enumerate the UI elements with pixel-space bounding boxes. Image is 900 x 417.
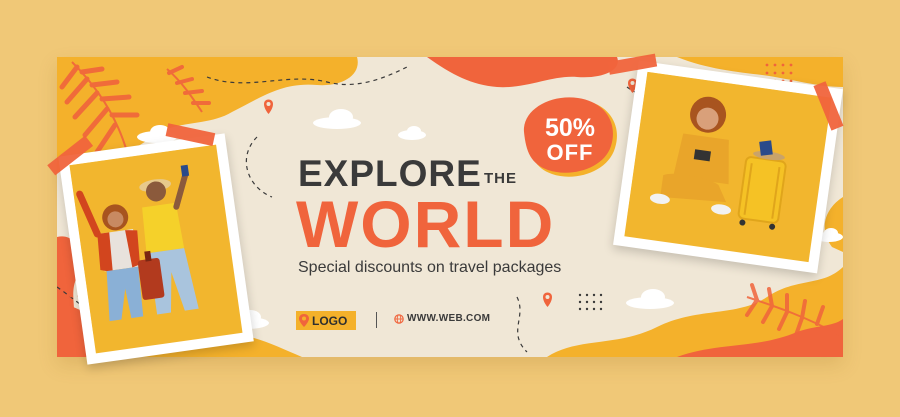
location-pin-icon [264, 99, 273, 114]
discount-badge: 50% OFF [520, 96, 620, 180]
dot-grid [578, 293, 603, 311]
website-url: WWW.WEB.COM [407, 313, 491, 324]
cloud-icon [398, 126, 426, 140]
location-pin-icon [543, 292, 552, 307]
travelers-photo [47, 123, 254, 365]
logo-label: LOGO [312, 313, 348, 328]
globe-icon [394, 313, 404, 324]
headline-world: WORLD [296, 187, 556, 261]
logo-box[interactable]: LOGO [296, 311, 356, 330]
cloud-icon [313, 109, 361, 129]
cloud-icon [626, 289, 674, 309]
discount-off-label: OFF [546, 140, 594, 165]
divider [376, 312, 377, 328]
subtitle: Special discounts on travel packages [298, 259, 562, 276]
location-pin-icon [299, 314, 309, 327]
discount-percent: 50% [544, 114, 596, 142]
website-link[interactable]: WWW.WEB.COM [394, 313, 490, 324]
traveler-with-suitcase-photo [607, 53, 844, 274]
headline-the: THE [484, 170, 517, 187]
